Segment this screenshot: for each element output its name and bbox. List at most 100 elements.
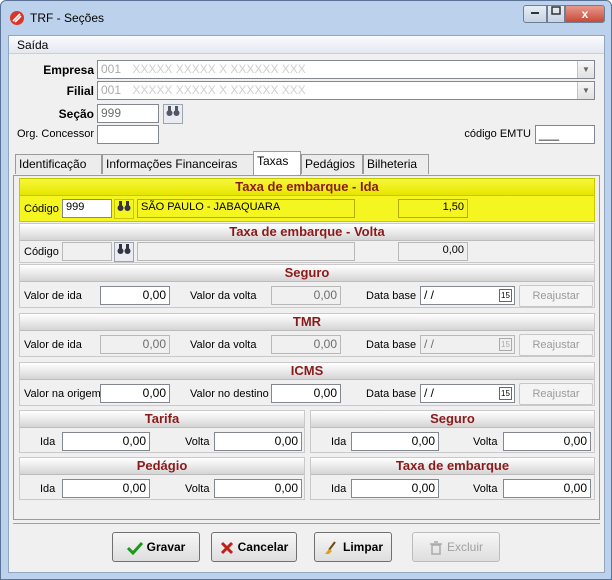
orgao-label: Org. Concessor [16, 128, 94, 140]
seguro2-volta-input[interactable]: 0,00 [503, 432, 591, 451]
cancelar-label: Cancelar [237, 540, 289, 554]
tmr-volta-input[interactable]: 0,00 [271, 335, 341, 354]
taxa-embarque-volta-section: Taxa de embarque - Volta Código 0,00 [19, 223, 595, 263]
tab-taxas[interactable]: Taxas [253, 151, 301, 175]
menu-bar: Saída [9, 36, 604, 54]
section-title: Taxa de embarque - Volta [20, 224, 594, 241]
tarifa-ida-input[interactable]: 0,00 [62, 432, 150, 451]
empresa-label: Empresa [43, 63, 94, 77]
tab-identificacao[interactable]: Identificação [15, 154, 102, 174]
icms-origem-input[interactable]: 0,00 [100, 384, 170, 403]
orgao-input[interactable] [97, 125, 159, 144]
volta-label: Volta [473, 436, 498, 448]
secao-label: Seção [58, 107, 94, 121]
tab-pedagios[interactable]: Pedágios [301, 154, 363, 174]
empresa-code: 001 [101, 62, 122, 76]
valor-destino-label: Valor no destino [190, 388, 269, 400]
reajustar-button[interactable]: Reajustar [519, 383, 593, 405]
valor-volta-label: Valor da volta [190, 290, 257, 302]
tarifa-section: Tarifa Ida 0,00 Volta 0,00 [19, 410, 305, 453]
chevron-down-icon[interactable]: ▼ [577, 61, 594, 78]
icms-data-input[interactable]: / / 15 [420, 384, 515, 403]
minimize-button[interactable] [523, 5, 547, 23]
seguro-section: Seguro Valor de ida 0,00 Valor da volta … [19, 264, 595, 308]
seguro-ida-input[interactable]: 0,00 [100, 286, 170, 305]
data-base-label: Data base [366, 339, 417, 351]
emtu-input[interactable]: ___ [535, 125, 595, 144]
calendar-icon[interactable]: 15 [499, 338, 512, 351]
binoculars-icon [166, 106, 180, 116]
ida-codigo-input[interactable]: 999 [62, 199, 112, 218]
ida-label: Ida [331, 436, 347, 448]
empresa-name: XXXXX XXXXX X XXXXXX XXX [132, 62, 306, 76]
secao-input[interactable]: 999 [97, 104, 159, 123]
filial-combo[interactable]: 001 XXXXX XXXXX X XXXXXX XXX ▼ [97, 81, 595, 100]
cancelar-button[interactable]: Cancelar [211, 532, 297, 562]
filial-name: XXXXX XXXXX X XXXXXX XXX [132, 83, 306, 97]
section-title: Taxa de embarque - Ida [20, 179, 594, 196]
tmr-data-input[interactable]: / / 15 [420, 335, 515, 354]
limpar-label: Limpar [342, 540, 383, 554]
calendar-icon[interactable]: 15 [499, 289, 512, 302]
limpar-button[interactable]: Limpar [314, 532, 392, 562]
close-icon: x [581, 7, 589, 21]
pedagio-ida-input[interactable]: 0,00 [62, 479, 150, 498]
tarifa-volta-input[interactable]: 0,00 [214, 432, 302, 451]
section-title: ICMS [20, 363, 594, 380]
icms-destino-input[interactable]: 0,00 [271, 384, 341, 403]
reajustar-button[interactable]: Reajustar [519, 334, 593, 356]
ida-search-button[interactable] [114, 199, 134, 219]
pedagio-volta-input[interactable]: 0,00 [214, 479, 302, 498]
valor-origem-label: Valor na origem [24, 388, 101, 400]
valor-ida-label: Valor de ida [24, 290, 82, 302]
menu-item-saida[interactable]: Saída [17, 38, 48, 52]
ida-label: Ida [331, 483, 347, 495]
maximize-icon [551, 6, 561, 15]
tab-bilheteria[interactable]: Bilheteria [363, 154, 429, 174]
seguro-volta-input[interactable]: 0,00 [271, 286, 341, 305]
taxa-embarque-section: Taxa de embarque Ida 0,00 Volta 0,00 [310, 457, 595, 500]
seguro-data-input[interactable]: / / 15 [420, 286, 515, 305]
data-base-label: Data base [366, 290, 417, 302]
taxa-emb-volta-input[interactable]: 0,00 [503, 479, 591, 498]
volta-label: Volta [185, 436, 210, 448]
gravar-button[interactable]: Gravar [112, 532, 200, 562]
binoculars-search-button[interactable] [163, 104, 183, 124]
taxa-embarque-ida-section: Taxa de embarque - Ida Código 999 SÃO PA… [19, 178, 595, 222]
volta-label: Volta [473, 483, 498, 495]
minimize-icon [531, 12, 539, 14]
calendar-icon[interactable]: 15 [499, 387, 512, 400]
broom-icon [324, 541, 336, 554]
volta-label: Volta [185, 483, 210, 495]
filial-code: 001 [101, 83, 122, 97]
valor-ida-label: Valor de ida [24, 339, 82, 351]
seguro-data-value: / / [424, 288, 435, 302]
gravar-label: Gravar [146, 540, 186, 554]
volta-valor: 0,00 [398, 242, 468, 261]
section-title: Pedágio [20, 458, 304, 475]
excluir-button[interactable]: Excluir [412, 532, 500, 562]
section-title: TMR [20, 314, 594, 331]
app-icon [10, 11, 24, 25]
main-window: TRF - Seções x Saída Empresa 001 XXXXX X… [0, 0, 612, 580]
ida-label: Ida [40, 483, 56, 495]
ida-descricao: SÃO PAULO - JABAQUARA [137, 199, 355, 218]
volta-search-button[interactable] [114, 242, 134, 262]
empresa-combo[interactable]: 001 XXXXX XXXXX X XXXXXX XXX ▼ [97, 60, 595, 79]
icms-data-value: / / [424, 386, 435, 400]
excluir-label: Excluir [446, 540, 483, 554]
close-button[interactable]: x [565, 5, 605, 23]
data-base-label: Data base [366, 388, 417, 400]
separator [13, 523, 600, 524]
volta-descricao [137, 242, 355, 261]
tab-informacoes-financeiras[interactable]: Informações Financeiras [102, 154, 254, 174]
tmr-data-value: / / [424, 337, 435, 351]
seguro2-ida-input[interactable]: 0,00 [351, 432, 439, 451]
maximize-button[interactable] [547, 5, 565, 23]
trash-icon [429, 541, 442, 555]
taxa-emb-ida-input[interactable]: 0,00 [351, 479, 439, 498]
tmr-ida-input[interactable]: 0,00 [100, 335, 170, 354]
volta-codigo-input[interactable] [62, 242, 112, 261]
reajustar-button[interactable]: Reajustar [519, 285, 593, 307]
chevron-down-icon[interactable]: ▼ [577, 82, 594, 99]
